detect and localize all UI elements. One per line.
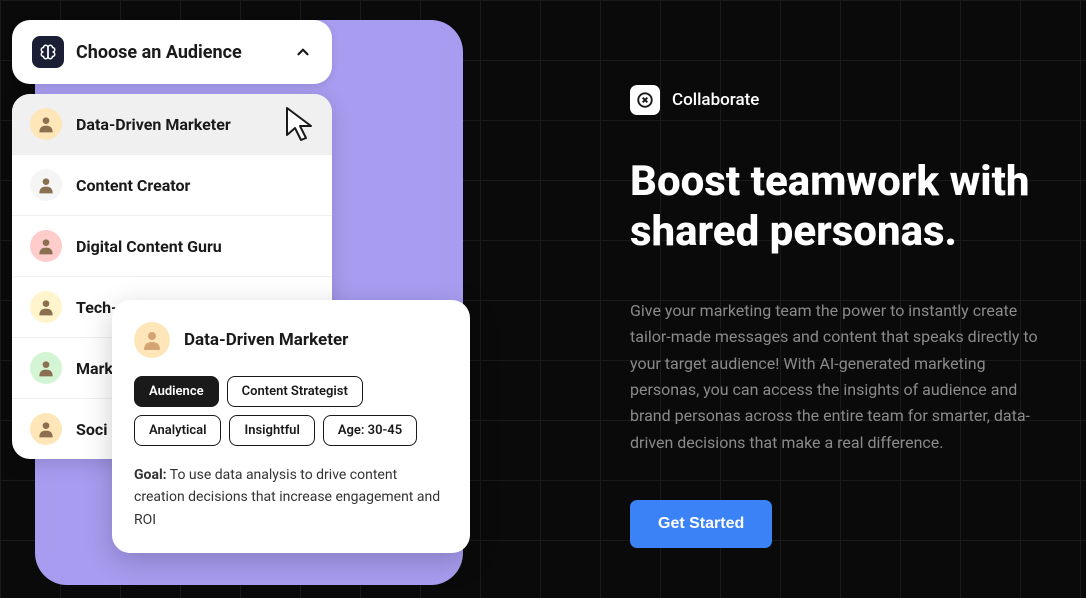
dropdown-item-label: Digital Content Guru	[76, 237, 222, 256]
persona-tag-1[interactable]: Content Strategist	[227, 376, 363, 407]
persona-card: Data-Driven Marketer Audience Content Str…	[112, 300, 470, 553]
persona-avatar	[134, 322, 170, 358]
dropdown-item-label: Mark	[76, 359, 113, 378]
collaborate-badge: Collaborate	[630, 85, 1056, 115]
persona-goal: Goal: To use data analysis to drive cont…	[134, 464, 448, 531]
goal-label: Goal:	[134, 467, 167, 483]
compass-icon	[630, 85, 660, 115]
persona-tag-3[interactable]: Insightful	[229, 415, 314, 446]
persona-tag-2[interactable]: Analytical	[134, 415, 221, 446]
cursor-icon	[284, 105, 320, 143]
dropdown-label: Choose an Audience	[76, 42, 282, 63]
avatar	[30, 169, 62, 201]
audience-dropdown-header[interactable]: Choose an Audience	[12, 20, 332, 84]
avatar	[30, 413, 62, 445]
headline: Boost teamwork with shared personas.	[630, 157, 1056, 258]
chevron-up-icon	[294, 43, 312, 61]
dropdown-item-label: Content Creator	[76, 176, 190, 195]
avatar	[30, 291, 62, 323]
goal-text: To use data analysis to drive content cr…	[134, 467, 440, 528]
get-started-button[interactable]: Get Started	[630, 500, 772, 548]
description: Give your marketing team the power to in…	[630, 298, 1056, 456]
dropdown-item-label: Soci	[76, 420, 107, 439]
persona-tag-4[interactable]: Age: 30-45	[323, 415, 417, 446]
dropdown-item-label: Data-Driven Marketer	[76, 115, 231, 134]
persona-title: Data-Driven Marketer	[184, 330, 348, 350]
dropdown-item-2[interactable]: Digital Content Guru	[12, 216, 332, 277]
avatar	[30, 230, 62, 262]
brain-icon	[32, 36, 64, 68]
avatar	[30, 108, 62, 140]
dropdown-item-1[interactable]: Content Creator	[12, 155, 332, 216]
avatar	[30, 352, 62, 384]
collaborate-label: Collaborate	[672, 90, 759, 110]
persona-tag-0[interactable]: Audience	[134, 376, 219, 407]
